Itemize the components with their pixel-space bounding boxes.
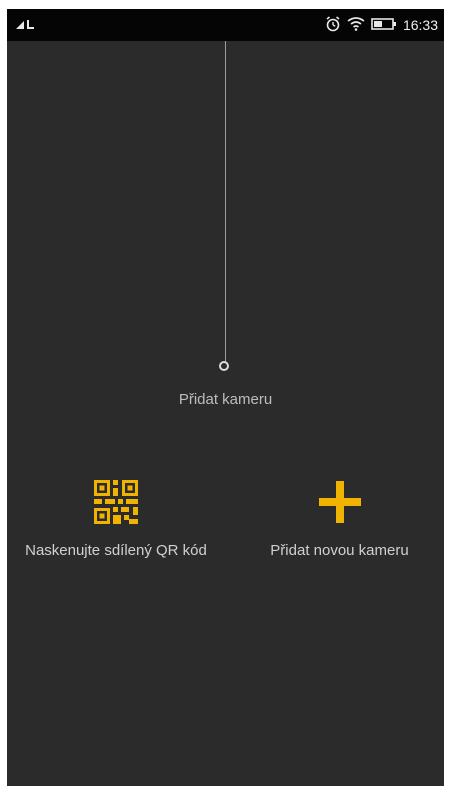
battery-icon — [371, 17, 397, 34]
add-new-camera-label: Přidat novou kameru — [270, 542, 409, 559]
status-time: 16:33 — [402, 17, 438, 33]
signal-icon — [15, 17, 37, 34]
wifi-icon — [347, 16, 365, 34]
main-content: Přidat kameru Naskenujte sdílený QR kód … — [7, 41, 444, 786]
status-right: 16:33 — [325, 15, 438, 35]
status-bar: 16:33 — [7, 9, 444, 41]
qr-code-icon — [21, 479, 211, 531]
guide-dot — [219, 361, 229, 371]
plus-icon — [237, 479, 442, 531]
guide-line — [225, 41, 226, 362]
app-screen: 16:33 Přidat kameru Naskenujte sdílený Q… — [7, 9, 444, 786]
add-new-camera-button[interactable]: Přidat novou kameru — [237, 479, 442, 561]
scan-shared-qr-label: Naskenujte sdílený QR kód — [25, 542, 207, 559]
status-left — [15, 17, 37, 33]
alarm-icon — [325, 15, 341, 35]
scan-shared-qr-button[interactable]: Naskenujte sdílený QR kód — [21, 479, 211, 561]
add-camera-hint: Přidat kameru — [178, 391, 273, 408]
